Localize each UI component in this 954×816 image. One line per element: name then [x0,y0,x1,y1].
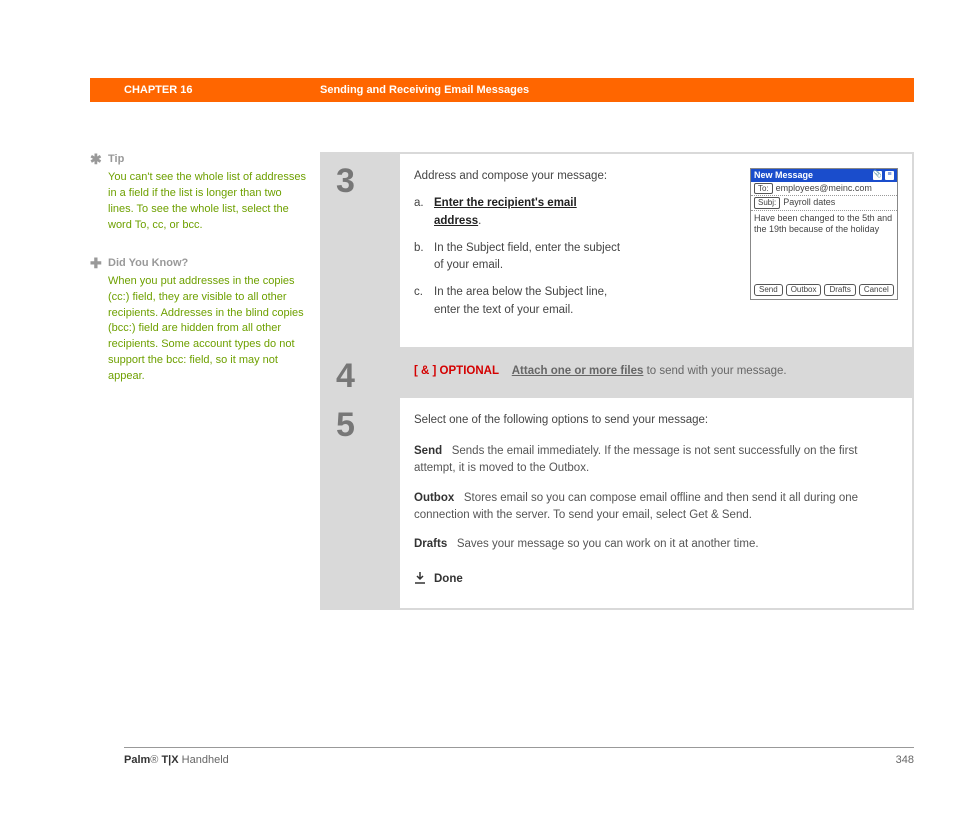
letter-c: c. [414,284,434,319]
dyk-body: When you put addresses in the copies (cc… [108,274,310,386]
dyk-heading: ✚ Did You Know? [108,256,310,272]
option-drafts: Drafts Saves your message so you can wor… [414,536,898,553]
palm-drafts-button: Drafts [824,284,855,296]
step-4-body: [ & ] OPTIONAL Attach one or more files … [400,349,912,396]
step-3c: c. In the area below the Subject line, e… [414,284,624,319]
palm-to-field: To: employees@meinc.com [751,182,897,197]
footer-brand: Palm [124,754,150,766]
enter-recipient-link[interactable]: Enter the recipient's email address [434,197,577,226]
palm-title-text: New Message [754,170,813,181]
asterisk-icon: ✱ [90,152,102,166]
option-send: Send Sends the email immediately. If the… [414,443,898,478]
palm-button-row: Send Outbox Drafts Cancel [751,281,897,299]
step-3-body: Address and compose your message: a. Ent… [400,154,912,347]
step-3c-text: In the area below the Subject line, ente… [434,284,624,319]
step-4: 4 [ & ] OPTIONAL Attach one or more file… [322,349,912,396]
option-outbox: Outbox Stores email so you can compose e… [414,490,898,525]
dyk-block: ✚ Did You Know? When you put addresses i… [108,256,310,386]
step-number: 3 [336,162,400,201]
palm-to-value: employees@meinc.com [776,183,872,195]
page-footer: Palm® T|X Handheld 348 [124,747,914,766]
step-3a: a. Enter the recipient's email address. [414,195,624,230]
chapter-label: CHAPTER 16 [90,84,320,96]
palm-send-button: Send [754,284,783,296]
palm-subj-field: Subj: Payroll dates [751,196,897,211]
drafts-text: Saves your message so you can work on it… [457,538,759,550]
palm-to-label: To: [754,183,773,195]
step-4-after: to send with your message. [643,365,786,377]
step-number-cell: 3 [322,154,400,347]
step-3: 3 Address and compose your message: a. E… [322,154,912,347]
step-number: 4 [336,357,400,396]
attachment-icon: 📎 [873,171,882,180]
tip-heading: ✱ Tip [108,152,310,168]
palm-titlebar: New Message 📎 ≡ [751,169,897,182]
step-3a-after: . [478,215,481,227]
footer-product: Palm® T|X Handheld [124,754,229,766]
palm-subj-value: Payroll dates [783,197,835,209]
attach-files-link[interactable]: Attach one or more files [512,365,644,377]
tip-body: You can't see the whole list of addresse… [108,170,310,234]
step-3-intro: Address and compose your message: [414,168,624,185]
step-number-cell: 4 [322,349,400,396]
sidebar: ✱ Tip You can't see the whole list of ad… [90,152,320,610]
outbox-text: Stores email so you can compose email of… [414,492,858,521]
footer-reg: ® [150,754,158,766]
send-text: Sends the email immediately. If the mess… [414,445,857,474]
step-5: 5 Select one of the following options to… [322,398,912,609]
page-number: 348 [896,754,914,766]
palm-body-text: Have been changed to the 5th and the 19t… [751,211,897,281]
outbox-label: Outbox [414,492,454,504]
step-5-intro: Select one of the following options to s… [414,412,898,429]
step-3b-text: In the Subject field, enter the subject … [434,240,624,275]
palm-outbox-button: Outbox [786,284,822,296]
step-number: 5 [336,406,400,445]
chapter-title: Sending and Receiving Email Messages [320,84,529,96]
letter-b: b. [414,240,434,275]
dyk-heading-text: Did You Know? [108,257,188,269]
drafts-label: Drafts [414,538,447,550]
tip-block: ✱ Tip You can't see the whole list of ad… [108,152,310,234]
send-label: Send [414,445,442,457]
palm-subj-label: Subj: [754,197,780,209]
step-number-cell: 5 [322,398,400,609]
chapter-header: CHAPTER 16 Sending and Receiving Email M… [90,78,914,102]
optional-tag: [ & ] OPTIONAL [414,365,499,377]
step-5-body: Select one of the following options to s… [400,398,912,609]
step-3b: b. In the Subject field, enter the subje… [414,240,624,275]
palm-device-screenshot: New Message 📎 ≡ To: employees@meinc.com … [750,168,898,300]
tip-heading-text: Tip [108,153,124,165]
done-label: Done [434,571,463,588]
steps-container: 3 Address and compose your message: a. E… [320,152,914,610]
footer-model: T|X [158,754,178,766]
download-icon [414,569,426,590]
menu-icon: ≡ [885,171,894,180]
plus-icon: ✚ [90,256,102,270]
palm-cancel-button: Cancel [859,284,894,296]
footer-rest: Handheld [179,754,229,766]
letter-a: a. [414,195,434,230]
done-row: Done [414,569,898,590]
